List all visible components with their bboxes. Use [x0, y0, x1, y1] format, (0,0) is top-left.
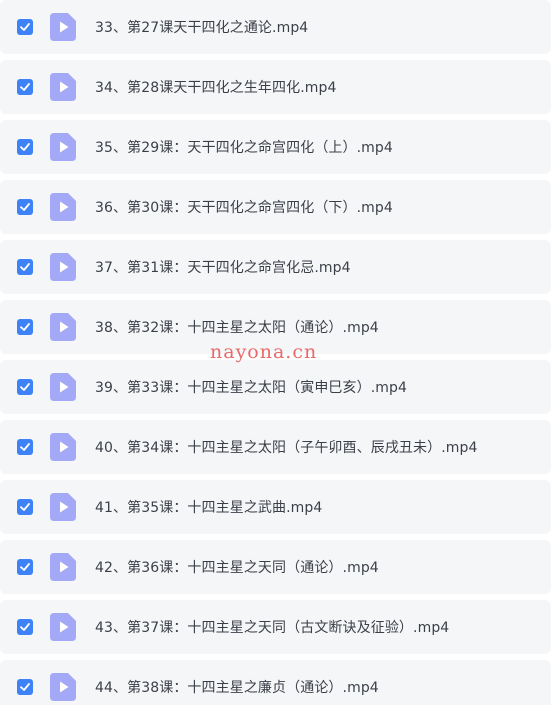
file-row[interactable]: 34、第28课天干四化之生年四化.mp4: [0, 60, 551, 114]
checkbox[interactable]: [17, 139, 33, 155]
file-name: 34、第28课天干四化之生年四化.mp4: [95, 80, 337, 96]
checkbox[interactable]: [17, 559, 33, 575]
file-row[interactable]: 41、第35课：十四主星之武曲.mp4: [0, 480, 551, 534]
file-name: 33、第27课天干四化之通论.mp4: [95, 20, 309, 36]
file-name: 41、第35课：十四主星之武曲.mp4: [95, 500, 323, 516]
file-row[interactable]: 38、第32课：十四主星之太阳（通论）.mp4: [0, 300, 551, 354]
file-name: 44、第38课：十四主星之廉贞（通论）.mp4: [95, 680, 379, 696]
file-name: 43、第37课：十四主星之天同（古文断诀及征验）.mp4: [95, 620, 450, 636]
video-file-icon: [50, 433, 76, 461]
video-file-icon: [50, 73, 76, 101]
checkmark-icon: [20, 383, 30, 391]
video-file-icon: [50, 673, 76, 701]
file-name: 42、第36课：十四主星之天同（通论）.mp4: [95, 560, 379, 576]
file-name: 38、第32课：十四主星之太阳（通论）.mp4: [95, 320, 379, 336]
checkbox[interactable]: [17, 679, 33, 695]
checkbox[interactable]: [17, 439, 33, 455]
file-row[interactable]: 43、第37课：十四主星之天同（古文断诀及征验）.mp4: [0, 600, 551, 654]
checkmark-icon: [20, 503, 30, 511]
checkmark-icon: [20, 683, 30, 691]
checkbox[interactable]: [17, 619, 33, 635]
file-name: 35、第29课：天干四化之命宫四化（上）.mp4: [95, 140, 393, 156]
checkmark-icon: [20, 563, 30, 571]
video-file-icon: [50, 373, 76, 401]
checkmark-icon: [20, 443, 30, 451]
video-file-icon: [50, 253, 76, 281]
checkbox[interactable]: [17, 19, 33, 35]
video-file-icon: [50, 13, 76, 41]
file-row[interactable]: 35、第29课：天干四化之命宫四化（上）.mp4: [0, 120, 551, 174]
file-name: 39、第33课：十四主星之太阳（寅申巳亥）.mp4: [95, 380, 408, 396]
file-row[interactable]: 39、第33课：十四主星之太阳（寅申巳亥）.mp4: [0, 360, 551, 414]
checkbox[interactable]: [17, 79, 33, 95]
video-file-icon: [50, 193, 76, 221]
file-name: 40、第34课：十四主星之太阳（子午卯酉、辰戌丑未）.mp4: [95, 440, 478, 456]
checkbox[interactable]: [17, 379, 33, 395]
file-name: 36、第30课：天干四化之命宫四化（下）.mp4: [95, 200, 393, 216]
checkmark-icon: [20, 83, 30, 91]
checkmark-icon: [20, 203, 30, 211]
checkmark-icon: [20, 23, 30, 31]
checkmark-icon: [20, 323, 30, 331]
checkbox[interactable]: [17, 259, 33, 275]
file-name: 37、第31课：天干四化之命宫化忌.mp4: [95, 260, 351, 276]
video-file-icon: [50, 313, 76, 341]
video-file-icon: [50, 553, 76, 581]
file-row[interactable]: 44、第38课：十四主星之廉贞（通论）.mp4: [0, 660, 551, 705]
file-row[interactable]: 42、第36课：十四主星之天同（通论）.mp4: [0, 540, 551, 594]
file-list: 33、第27课天干四化之通论.mp4 34、第28课天干四化之生年四化.mp4 …: [0, 0, 555, 705]
file-row[interactable]: 37、第31课：天干四化之命宫化忌.mp4: [0, 240, 551, 294]
checkbox[interactable]: [17, 199, 33, 215]
file-row[interactable]: 36、第30课：天干四化之命宫四化（下）.mp4: [0, 180, 551, 234]
video-file-icon: [50, 133, 76, 161]
checkbox[interactable]: [17, 319, 33, 335]
file-row[interactable]: 33、第27课天干四化之通论.mp4: [0, 0, 551, 54]
checkmark-icon: [20, 623, 30, 631]
video-file-icon: [50, 493, 76, 521]
checkmark-icon: [20, 143, 30, 151]
video-file-icon: [50, 613, 76, 641]
file-row[interactable]: 40、第34课：十四主星之太阳（子午卯酉、辰戌丑未）.mp4: [0, 420, 551, 474]
checkmark-icon: [20, 263, 30, 271]
checkbox[interactable]: [17, 499, 33, 515]
